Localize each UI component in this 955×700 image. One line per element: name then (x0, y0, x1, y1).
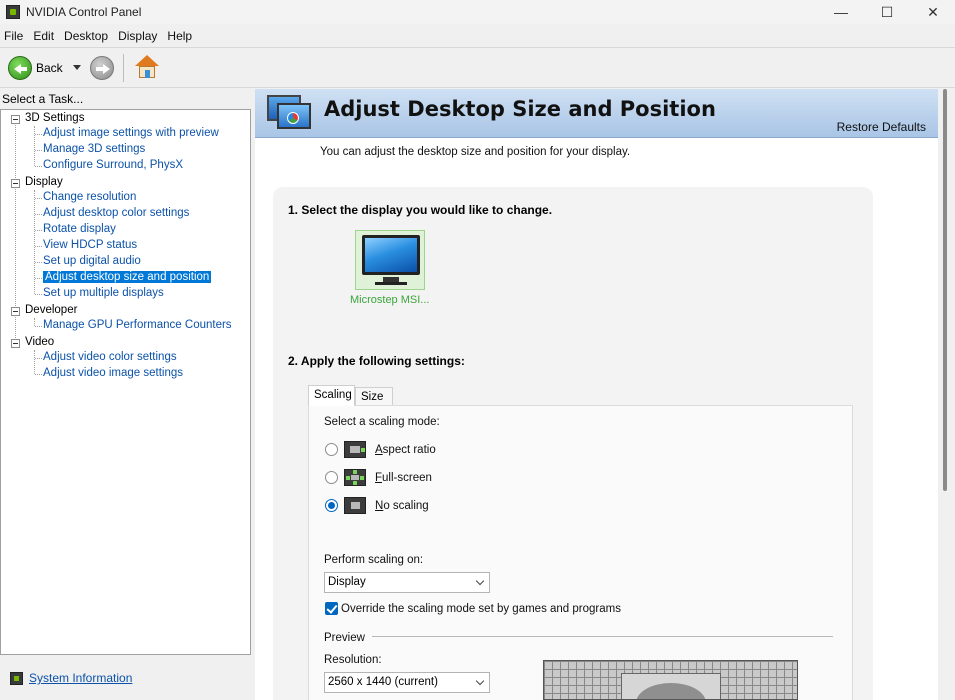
perform-scaling-label: Perform scaling on: (324, 554, 424, 566)
monitor-icon (362, 235, 420, 275)
tree-connector (34, 126, 35, 166)
collapse-icon[interactable] (11, 307, 20, 316)
system-information-link[interactable]: System Information (29, 671, 132, 685)
toolbar-separator (123, 54, 124, 82)
radio-no-scaling[interactable] (325, 499, 338, 512)
menu-help[interactable]: Help (162, 26, 197, 46)
system-information-icon (10, 672, 23, 685)
home-icon[interactable] (134, 54, 160, 80)
tree-connector (34, 318, 35, 326)
tab-scaling[interactable]: Scaling (308, 385, 355, 406)
close-button[interactable]: ✕ (910, 0, 955, 24)
tree-item-change-resolution[interactable]: Change resolution (43, 191, 136, 203)
tree-item-view-hdcp-status[interactable]: View HDCP status (43, 239, 137, 251)
preview-divider (372, 636, 833, 637)
collapse-icon[interactable] (11, 339, 20, 348)
aspect-ratio-icon (344, 441, 366, 458)
scrollbar-thumb[interactable] (943, 89, 947, 491)
full-screen-icon (344, 469, 366, 486)
section-select-display-heading: 1. Select the display you would like to … (288, 203, 553, 217)
back-button-label[interactable]: Back (36, 61, 63, 75)
toolbar: Back (0, 47, 955, 88)
back-history-dropdown-icon[interactable] (73, 65, 81, 70)
display-tile[interactable] (355, 230, 425, 290)
resolution-label: Resolution: (324, 654, 382, 666)
vertical-scrollbar[interactable] (938, 89, 955, 700)
chevron-down-icon (475, 576, 485, 586)
tree-item-rotate-display[interactable]: Rotate display (43, 223, 116, 235)
displays-icon (267, 95, 313, 135)
tree-item-multiple-displays[interactable]: Set up multiple displays (43, 287, 164, 299)
chevron-down-icon (475, 676, 485, 686)
override-scaling-label[interactable]: Override the scaling mode set by games a… (341, 603, 621, 615)
no-scaling-label[interactable]: No scaling (375, 500, 429, 512)
tree-item-gpu-performance-counters[interactable]: Manage GPU Performance Counters (43, 319, 232, 331)
tab-size[interactable]: Size (355, 387, 393, 405)
tree-item-manage-3d-settings[interactable]: Manage 3D settings (43, 143, 145, 155)
content-pane: Adjust Desktop Size and Position Restore… (255, 89, 938, 700)
menu-edit[interactable]: Edit (28, 26, 59, 46)
menu-bar: File Edit Desktop Display Help (0, 26, 955, 46)
override-scaling-checkbox[interactable] (325, 602, 338, 615)
back-arrow-icon[interactable] (8, 56, 32, 80)
menu-file[interactable]: File (0, 26, 28, 46)
collapse-icon[interactable] (11, 179, 20, 188)
page-description: You can adjust the desktop size and posi… (320, 146, 631, 158)
task-panel-header: Select a Task... (2, 92, 84, 106)
menu-desktop[interactable]: Desktop (59, 26, 113, 46)
display-name-label[interactable]: Microstep MSI... (350, 294, 429, 306)
minimize-button[interactable]: — (818, 0, 864, 24)
tree-category-3d-settings[interactable]: 3D Settings (25, 112, 84, 124)
page-banner: Adjust Desktop Size and Position Restore… (255, 89, 938, 138)
radio-full-screen[interactable] (325, 471, 338, 484)
restore-defaults-link[interactable]: Restore Defaults (837, 120, 926, 134)
tree-category-developer[interactable]: Developer (25, 304, 77, 316)
aspect-ratio-label[interactable]: Aspect ratio (375, 444, 436, 456)
tree-item-desktop-color-settings[interactable]: Adjust desktop color settings (43, 207, 189, 219)
task-tree: 3D Settings Adjust image settings with p… (0, 109, 251, 655)
no-scaling-icon (344, 497, 366, 514)
preview-label: Preview (324, 632, 365, 644)
collapse-icon[interactable] (11, 115, 20, 124)
tree-item-adjust-image-settings[interactable]: Adjust image settings with preview (43, 127, 219, 139)
resolution-value: 2560 x 1440 (current) (328, 676, 438, 688)
nvidia-app-icon (6, 5, 20, 19)
window-title: NVIDIA Control Panel (26, 5, 142, 19)
perform-scaling-value: Display (328, 576, 366, 588)
page-title: Adjust Desktop Size and Position (324, 97, 716, 121)
scaling-preview-image (543, 660, 798, 700)
tree-item-video-image-settings[interactable]: Adjust video image settings (43, 367, 183, 379)
tree-category-display[interactable]: Display (25, 176, 63, 188)
scaling-mode-label: Select a scaling mode: (324, 416, 440, 428)
tree-item-digital-audio[interactable]: Set up digital audio (43, 255, 141, 267)
tree-item-video-color-settings[interactable]: Adjust video color settings (43, 351, 177, 363)
resolution-dropdown[interactable]: 2560 x 1440 (current) (324, 672, 490, 693)
full-screen-label[interactable]: Full-screen (375, 472, 432, 484)
radio-aspect-ratio[interactable] (325, 443, 338, 456)
forward-arrow-icon[interactable] (90, 56, 114, 80)
perform-scaling-dropdown[interactable]: Display (324, 572, 490, 593)
tree-item-desktop-size-position[interactable]: Adjust desktop size and position (43, 271, 212, 283)
tree-item-configure-surround[interactable]: Configure Surround, PhysX (43, 159, 183, 171)
title-bar: NVIDIA Control Panel — ☐ ✕ (0, 0, 955, 24)
menu-display[interactable]: Display (113, 26, 162, 46)
tree-category-video[interactable]: Video (25, 336, 54, 348)
section-apply-settings-heading: 2. Apply the following settings: (288, 354, 465, 368)
maximize-button[interactable]: ☐ (864, 0, 910, 24)
tree-connector (34, 350, 35, 374)
